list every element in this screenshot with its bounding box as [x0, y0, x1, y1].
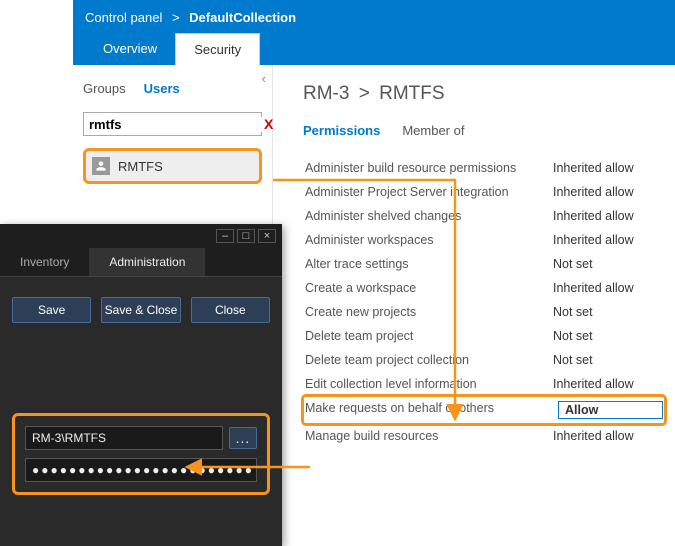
- permission-value: Not set: [553, 257, 663, 271]
- credentials-form: RM-3\RMTFS ... ●●●●●●●●●●●●●●●●●●●●●●●●: [12, 413, 270, 495]
- titlebar: – □ ×: [0, 224, 282, 248]
- tab-administration[interactable]: Administration: [89, 248, 205, 276]
- admin-body: Save Save & Close Close RM-3\RMTFS ... ●…: [0, 277, 282, 515]
- tfs-header: Control panel > DefaultCollection Overvi…: [73, 0, 675, 65]
- save-close-button[interactable]: Save & Close: [101, 297, 180, 323]
- permission-label: Create a workspace: [305, 281, 416, 295]
- minimize-icon[interactable]: –: [216, 229, 234, 243]
- breadcrumb-root[interactable]: Control panel: [85, 10, 162, 25]
- permission-row[interactable]: Administer workspaces Inherited allow: [303, 228, 665, 252]
- permission-value: Not set: [553, 353, 663, 367]
- permission-value: Inherited allow: [553, 209, 663, 223]
- permission-value: Inherited allow: [553, 161, 663, 175]
- close-button[interactable]: Close: [191, 297, 270, 323]
- permission-label: Manage build resources: [305, 429, 438, 443]
- permission-label: Create new projects: [305, 305, 416, 319]
- subtab-permissions[interactable]: Permissions: [303, 123, 380, 138]
- permission-label: Delete team project collection: [305, 353, 469, 367]
- permission-label: Administer Project Server integration: [305, 185, 509, 199]
- sidebar-tab-users[interactable]: Users: [144, 81, 180, 96]
- breadcrumb-sep: >: [172, 10, 180, 25]
- permission-label: Make requests on behalf of others: [305, 401, 494, 419]
- detail-subtabs: Permissions Member of: [303, 123, 665, 138]
- tab-security[interactable]: Security: [175, 33, 260, 65]
- permission-row[interactable]: Create a workspace Inherited allow: [303, 276, 665, 300]
- sidebar-tab-groups[interactable]: Groups: [83, 81, 126, 96]
- password-field[interactable]: ●●●●●●●●●●●●●●●●●●●●●●●●: [25, 458, 257, 482]
- permission-label: Administer shelved changes: [305, 209, 461, 223]
- permission-value[interactable]: Allow: [558, 401, 663, 419]
- account-field[interactable]: RM-3\RMTFS: [25, 426, 223, 450]
- permission-row[interactable]: Create new projects Not set: [303, 300, 665, 324]
- permission-label: Alter trace settings: [305, 257, 409, 271]
- user-icon: [92, 157, 110, 175]
- permission-label: Delete team project: [305, 329, 413, 343]
- admin-tabs: Inventory Administration: [0, 248, 282, 277]
- permission-row[interactable]: Make requests on behalf of others Allow: [303, 396, 665, 424]
- permission-value: Inherited allow: [553, 429, 663, 443]
- close-icon[interactable]: ×: [258, 229, 276, 243]
- maximize-icon[interactable]: □: [237, 229, 255, 243]
- permission-label: Administer build resource permissions: [305, 161, 516, 175]
- permission-row[interactable]: Administer shelved changes Inherited allo…: [303, 204, 665, 228]
- permission-row[interactable]: Administer Project Server integration Inh…: [303, 180, 665, 204]
- admin-window: – □ × Inventory Administration Save Save…: [0, 224, 282, 546]
- subtab-member-of[interactable]: Member of: [402, 123, 464, 138]
- permission-value: Not set: [553, 329, 663, 343]
- breadcrumb: Control panel > DefaultCollection: [85, 6, 663, 33]
- action-bar: Save Save & Close Close: [12, 297, 270, 323]
- permission-row[interactable]: Delete team project Not set: [303, 324, 665, 348]
- tab-overview[interactable]: Overview: [85, 33, 175, 65]
- permission-row[interactable]: Edit collection level information Inherit…: [303, 372, 665, 396]
- permission-row[interactable]: Manage build resources Inherited allow: [303, 424, 665, 448]
- permission-label: Administer workspaces: [305, 233, 434, 247]
- title-leaf: RMTFS: [379, 83, 444, 104]
- page-title: RM-3 > RMTFS: [303, 83, 665, 105]
- user-row-rmtfs[interactable]: RMTFS: [83, 148, 262, 184]
- tab-inventory[interactable]: Inventory: [0, 248, 89, 276]
- browse-button[interactable]: ...: [229, 427, 257, 449]
- tfs-tabs: Overview Security: [85, 33, 663, 65]
- user-label: RMTFS: [118, 159, 163, 174]
- sidebar-subtabs: Groups Users: [83, 81, 262, 96]
- permission-label: Edit collection level information: [305, 377, 477, 391]
- title-sep: >: [359, 83, 370, 104]
- permission-value: Not set: [553, 305, 663, 319]
- title-root: RM-3: [303, 83, 349, 104]
- permission-row[interactable]: Delete team project collection Not set: [303, 348, 665, 372]
- permission-value: Inherited allow: [553, 281, 663, 295]
- clear-icon[interactable]: X: [264, 116, 273, 132]
- breadcrumb-current[interactable]: DefaultCollection: [189, 10, 296, 25]
- permissions-list: Administer build resource permissions Inh…: [303, 156, 665, 448]
- account-row: RM-3\RMTFS ...: [25, 426, 257, 450]
- permission-value: Inherited allow: [553, 233, 663, 247]
- collapse-icon[interactable]: ‹: [262, 71, 266, 86]
- permission-row[interactable]: Alter trace settings Not set: [303, 252, 665, 276]
- search-input[interactable]: [89, 117, 264, 132]
- permission-value: Inherited allow: [553, 185, 663, 199]
- permissions-panel: RM-3 > RMTFS Permissions Member of Admin…: [273, 65, 675, 458]
- permission-row[interactable]: Administer build resource permissions Inh…: [303, 156, 665, 180]
- permission-value: Inherited allow: [553, 377, 663, 391]
- user-search[interactable]: X: [83, 112, 262, 136]
- save-button[interactable]: Save: [12, 297, 91, 323]
